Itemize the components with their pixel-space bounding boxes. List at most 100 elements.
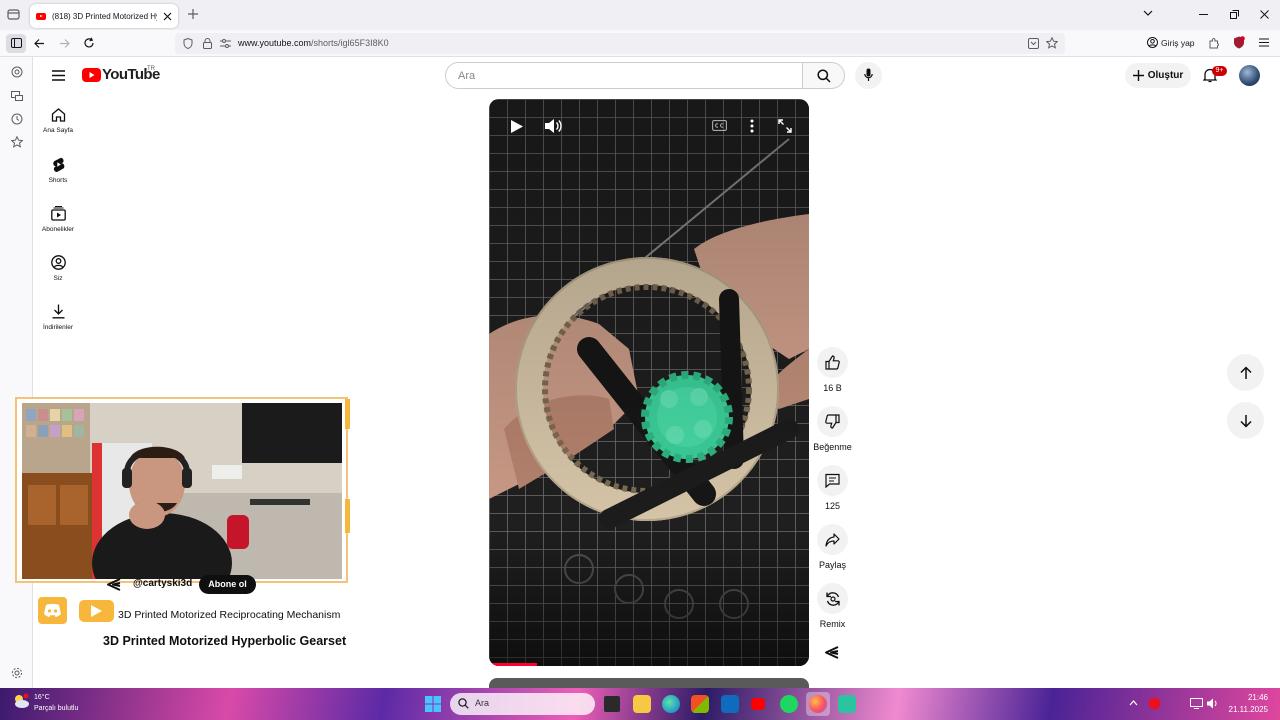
fullscreen-icon[interactable] [778,119,792,133]
channel-name[interactable]: @cartyski3d [133,578,192,589]
tab-overflow-chevron-icon[interactable] [1143,10,1153,17]
edge-icon[interactable] [662,695,680,713]
search-button[interactable] [802,62,845,89]
restore-icon[interactable] [1230,10,1239,19]
forward-icon[interactable] [59,38,70,49]
comments-button[interactable]: 125 [810,465,855,511]
dislike-label: Beğenme [813,442,852,452]
taskbar-search[interactable]: Ara [450,693,595,715]
nav-home-label: Ana Sayfa [43,127,73,134]
like-button[interactable]: 16 B [810,347,855,393]
firefox-icon[interactable] [806,692,830,716]
nav-you[interactable]: Siz [34,255,82,282]
create-button[interactable]: Oluştur [1125,63,1191,88]
sidebar-toggle-icon[interactable] [6,34,26,53]
ai-chat-icon[interactable] [11,66,23,78]
nav-subscriptions[interactable]: Abonelikler [34,206,82,233]
tracking-shield-icon[interactable] [183,38,193,49]
windows-logo-icon [425,696,441,712]
subscriptions-icon [50,206,66,221]
url-text[interactable]: www.youtube.com/shorts/igl65F3I8K0 [238,38,389,48]
close-window-icon[interactable] [1260,10,1269,19]
remix-button[interactable]: Remix [810,583,855,629]
lock-icon[interactable] [203,38,212,49]
clock-time[interactable]: 21:46 [1246,693,1268,702]
share-button[interactable]: Paylaş [810,524,855,570]
tab-list-icon[interactable] [7,8,20,21]
taskbar-search-text: Ara [475,698,490,708]
browser-nav-bar: www.youtube.com/shorts/igl65F3I8K0 Giriş… [0,30,1280,57]
weather-icon[interactable] [12,693,30,709]
permissions-icon[interactable] [220,39,231,48]
customize-sidebar-icon[interactable] [11,667,23,679]
microphone-icon [864,68,873,81]
sign-in-button[interactable]: Giriş yap [1147,37,1195,48]
play-icon[interactable] [510,119,524,134]
search-input[interactable] [458,68,788,84]
next-short-preview[interactable] [489,678,809,688]
captions-icon[interactable] [712,120,727,131]
chat-app-icon[interactable] [838,695,856,713]
history-icon[interactable] [11,113,23,125]
reload-icon[interactable] [83,37,95,49]
short-title[interactable]: 3D Printed Motorized Hyperbolic Gearset [103,634,346,648]
youtube-logo[interactable] [82,68,101,82]
sound-source-icon[interactable] [823,645,840,660]
outlook-icon[interactable] [721,695,739,713]
url-bar[interactable]: www.youtube.com/shorts/igl65F3I8K0 [175,33,1065,54]
weather-temperature: 16°C [34,694,50,701]
comment-count: 125 [824,501,841,511]
clock-date[interactable]: 21.11.2025 [1225,705,1268,714]
save-to-pocket-icon[interactable] [1028,38,1039,49]
bookmark-star-icon[interactable] [1046,37,1058,49]
bookmarks-icon[interactable] [11,136,23,148]
tab-title: (818) 3D Printed Motorized Hyp [52,11,157,21]
search-box[interactable] [445,62,803,89]
browser-tab-active[interactable]: (818) 3D Printed Motorized Hyp [30,4,178,28]
create-label: Oluştur [1147,70,1184,81]
you-icon [50,255,66,270]
next-short-button[interactable] [1227,402,1264,439]
remix-label: Remix [819,619,846,629]
more-options-icon[interactable] [750,119,754,133]
share-label: Paylaş [818,560,846,570]
arrow-down-icon [1239,414,1252,428]
video-progress-bar[interactable] [489,663,537,666]
back-icon[interactable] [34,38,45,49]
app-menu-icon[interactable] [1259,38,1269,47]
streamer-logo-icon [343,399,353,539]
subscribe-button[interactable]: Abone ol [199,575,256,594]
volume-icon[interactable] [544,118,562,134]
nav-shorts[interactable]: Shorts [34,157,82,184]
sign-in-label: Giriş yap [1161,37,1195,48]
file-explorer-icon[interactable] [633,695,651,713]
addon-shield-icon[interactable] [1233,36,1245,49]
close-tab-icon[interactable] [163,12,172,21]
nav-home[interactable]: Ana Sayfa [34,108,82,134]
new-tab-icon[interactable] [187,8,199,20]
voice-search-button[interactable] [855,62,882,89]
video-frame [489,99,809,666]
short-description[interactable]: 3D Printed Motorized Reciprocating Mecha… [118,609,340,621]
notification-badge: 9+ [1212,66,1227,76]
tray-overflow-chevron-icon[interactable] [1129,700,1138,706]
store-icon[interactable] [691,695,709,713]
network-icon[interactable] [1190,698,1203,709]
previous-short-button[interactable] [1227,354,1264,391]
task-view-icon[interactable] [604,696,620,712]
synced-tabs-icon[interactable] [11,90,23,102]
webcam-feed [22,403,342,579]
avatar[interactable] [1239,65,1260,86]
minimize-icon[interactable] [1199,14,1208,16]
short-video-player[interactable] [489,99,809,666]
guide-menu-icon[interactable] [52,70,65,81]
youtube-app-icon[interactable] [751,698,765,710]
tray-app-icon[interactable] [1148,697,1161,710]
nav-downloads[interactable]: İndirilenler [34,304,82,331]
spotify-icon[interactable] [780,695,798,713]
extensions-icon[interactable] [1208,37,1220,49]
dislike-button[interactable]: Beğenme [810,406,855,452]
volume-tray-icon[interactable] [1206,698,1219,709]
thumbs-down-icon [825,414,840,429]
start-button[interactable] [425,696,441,712]
